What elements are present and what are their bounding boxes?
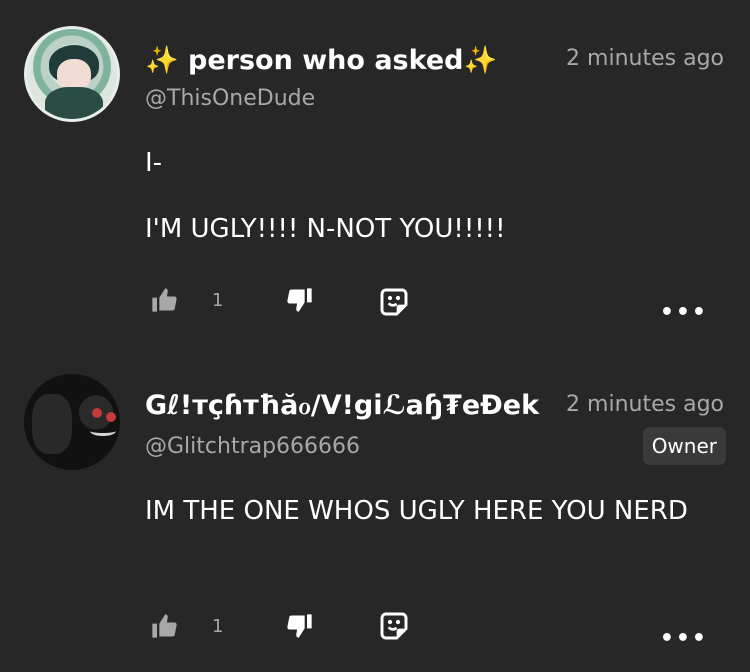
sticker-reply-icon[interactable] [378,610,410,646]
handle[interactable]: @Glitchtrap666666 [145,434,360,459]
timestamp: 2 minutes ago [566,392,724,417]
like-count: 1 [212,616,224,637]
comment-body: IM THE ONE WHOS UGLY HERE YOU NERD [145,490,725,532]
avatar[interactable] [24,374,120,470]
comment-line: IM THE ONE WHOS UGLY HERE YOU NERD [145,496,688,526]
owner-badge: Owner [642,427,726,465]
display-name[interactable]: Gℓ!тçɦтħăℴ/V!giℒaɧ₮eĐek [145,390,540,421]
comment: Gℓ!тçɦтħăℴ/V!giℒaɧ₮eĐek @Glitchtrap66666… [0,0,750,672]
dislike-icon[interactable] [286,612,314,644]
like-icon[interactable] [150,612,178,644]
comment-actions: 1 ••• [0,612,750,652]
more-options-icon[interactable]: ••• [660,626,708,651]
